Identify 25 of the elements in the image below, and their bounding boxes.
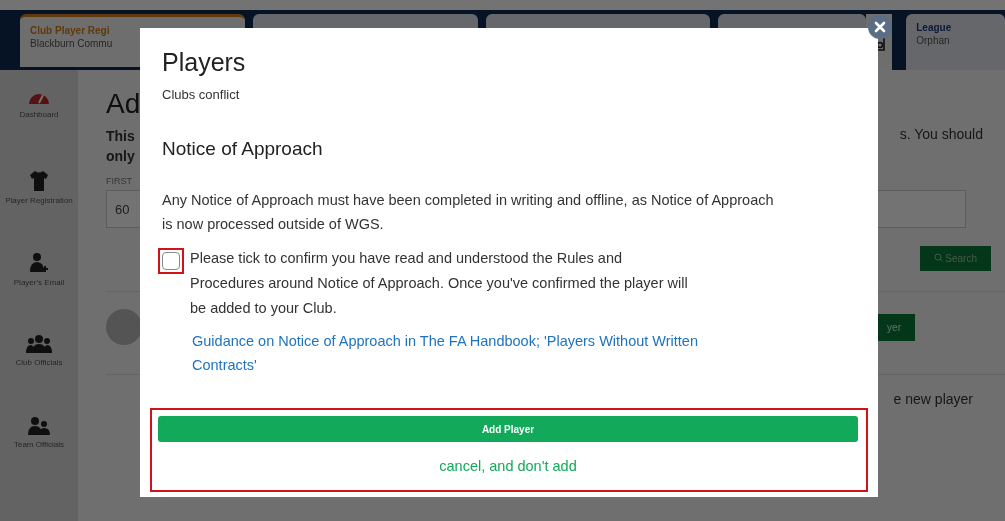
people-icon: [27, 416, 51, 436]
tab-subtitle: Orphan: [916, 35, 951, 46]
tab-title: League: [916, 22, 953, 33]
confirm-text: Please tick to confirm you have read and understood the Rules and Procedures around Notice of Approach. Once you've confirmed the player will be added to your Club.: [190, 249, 689, 318]
intro-text: This: [106, 127, 135, 146]
close-icon: [874, 21, 886, 33]
search-button[interactable]: Search: [919, 246, 991, 271]
tab[interactable]: League Orphan: [906, 14, 1005, 70]
cancel-link[interactable]: cancel, and don't add: [439, 458, 577, 474]
modal-subtitle: Clubs conflict: [162, 87, 241, 102]
people-icon: [26, 334, 52, 354]
guidance-link[interactable]: Guidance on Notice of Approach in The FA Handbook; 'Players Without Written Contracts': [192, 329, 712, 377]
notice-text: Any Notice of Approach must have been completed in writing and offline, as Notice of Approach is now processed outside of WGS.: [162, 191, 775, 234]
add-player-button[interactable]: Add Player: [158, 416, 858, 442]
tab-title: Club Player Regi: [30, 25, 111, 36]
section-heading: Notice of Approach: [162, 138, 324, 160]
tab-subtitle: Blackburn Commu: [30, 38, 114, 49]
avatar: [106, 309, 142, 345]
person-plus-icon: [28, 252, 50, 274]
intro-text: s. You should: [899, 126, 983, 144]
page-heading: Ad: [106, 88, 141, 120]
new-player-text: e new player: [893, 391, 973, 407]
search-icon: [933, 253, 943, 262]
shirt-icon: [29, 170, 49, 192]
intro-text: only: [106, 147, 135, 166]
